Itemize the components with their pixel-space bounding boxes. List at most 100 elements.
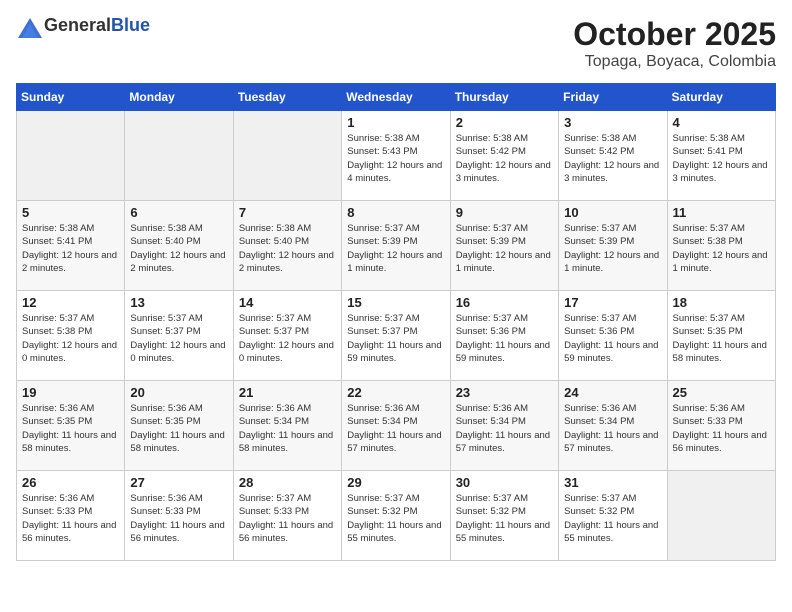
day-info: Sunrise: 5:38 AMSunset: 5:41 PMDaylight:…: [22, 223, 117, 274]
day-info: Sunrise: 5:38 AMSunset: 5:43 PMDaylight:…: [347, 133, 442, 184]
weekday-header-tuesday: Tuesday: [233, 84, 341, 111]
calendar-cell: [233, 111, 341, 201]
calendar-week-2: 5 Sunrise: 5:38 AMSunset: 5:41 PMDayligh…: [17, 201, 776, 291]
weekday-header-friday: Friday: [559, 84, 667, 111]
day-info: Sunrise: 5:38 AMSunset: 5:40 PMDaylight:…: [130, 223, 225, 274]
day-number: 30: [456, 475, 553, 490]
calendar-cell: 27 Sunrise: 5:36 AMSunset: 5:33 PMDaylig…: [125, 471, 233, 561]
calendar-cell: 23 Sunrise: 5:36 AMSunset: 5:34 PMDaylig…: [450, 381, 558, 471]
day-number: 13: [130, 295, 227, 310]
calendar-cell: 24 Sunrise: 5:36 AMSunset: 5:34 PMDaylig…: [559, 381, 667, 471]
calendar-cell: 30 Sunrise: 5:37 AMSunset: 5:32 PMDaylig…: [450, 471, 558, 561]
day-info: Sunrise: 5:37 AMSunset: 5:37 PMDaylight:…: [239, 313, 334, 364]
weekday-header-monday: Monday: [125, 84, 233, 111]
calendar-cell: 22 Sunrise: 5:36 AMSunset: 5:34 PMDaylig…: [342, 381, 450, 471]
day-number: 12: [22, 295, 119, 310]
day-number: 9: [456, 205, 553, 220]
logo-general: General: [44, 15, 111, 35]
day-info: Sunrise: 5:36 AMSunset: 5:34 PMDaylight:…: [456, 403, 550, 454]
calendar-week-5: 26 Sunrise: 5:36 AMSunset: 5:33 PMDaylig…: [17, 471, 776, 561]
calendar-cell: 20 Sunrise: 5:36 AMSunset: 5:35 PMDaylig…: [125, 381, 233, 471]
day-info: Sunrise: 5:37 AMSunset: 5:32 PMDaylight:…: [347, 493, 441, 544]
calendar-cell: 18 Sunrise: 5:37 AMSunset: 5:35 PMDaylig…: [667, 291, 775, 381]
calendar-cell: 9 Sunrise: 5:37 AMSunset: 5:39 PMDayligh…: [450, 201, 558, 291]
logo-icon: [16, 16, 40, 36]
logo-blue: Blue: [111, 15, 150, 35]
calendar-cell: 5 Sunrise: 5:38 AMSunset: 5:41 PMDayligh…: [17, 201, 125, 291]
calendar-cell: 14 Sunrise: 5:37 AMSunset: 5:37 PMDaylig…: [233, 291, 341, 381]
calendar-cell: 21 Sunrise: 5:36 AMSunset: 5:34 PMDaylig…: [233, 381, 341, 471]
day-info: Sunrise: 5:37 AMSunset: 5:36 PMDaylight:…: [456, 313, 550, 364]
calendar-cell: 1 Sunrise: 5:38 AMSunset: 5:43 PMDayligh…: [342, 111, 450, 201]
day-info: Sunrise: 5:37 AMSunset: 5:39 PMDaylight:…: [456, 223, 551, 274]
calendar-cell: 26 Sunrise: 5:36 AMSunset: 5:33 PMDaylig…: [17, 471, 125, 561]
day-number: 31: [564, 475, 661, 490]
day-number: 20: [130, 385, 227, 400]
day-number: 22: [347, 385, 444, 400]
day-number: 8: [347, 205, 444, 220]
day-info: Sunrise: 5:37 AMSunset: 5:38 PMDaylight:…: [22, 313, 117, 364]
calendar-header: SundayMondayTuesdayWednesdayThursdayFrid…: [17, 84, 776, 111]
day-info: Sunrise: 5:36 AMSunset: 5:35 PMDaylight:…: [130, 403, 224, 454]
calendar-cell: 25 Sunrise: 5:36 AMSunset: 5:33 PMDaylig…: [667, 381, 775, 471]
calendar-week-3: 12 Sunrise: 5:37 AMSunset: 5:38 PMDaylig…: [17, 291, 776, 381]
day-number: 3: [564, 115, 661, 130]
day-info: Sunrise: 5:38 AMSunset: 5:42 PMDaylight:…: [456, 133, 551, 184]
logo-text: GeneralBlue: [44, 16, 150, 36]
day-number: 28: [239, 475, 336, 490]
day-number: 16: [456, 295, 553, 310]
day-number: 6: [130, 205, 227, 220]
weekday-row: SundayMondayTuesdayWednesdayThursdayFrid…: [17, 84, 776, 111]
day-info: Sunrise: 5:37 AMSunset: 5:36 PMDaylight:…: [564, 313, 658, 364]
day-number: 11: [673, 205, 770, 220]
day-info: Sunrise: 5:36 AMSunset: 5:34 PMDaylight:…: [239, 403, 333, 454]
day-info: Sunrise: 5:38 AMSunset: 5:40 PMDaylight:…: [239, 223, 334, 274]
day-info: Sunrise: 5:38 AMSunset: 5:41 PMDaylight:…: [673, 133, 768, 184]
calendar-cell: 2 Sunrise: 5:38 AMSunset: 5:42 PMDayligh…: [450, 111, 558, 201]
calendar-cell: 4 Sunrise: 5:38 AMSunset: 5:41 PMDayligh…: [667, 111, 775, 201]
calendar-cell: [667, 471, 775, 561]
day-number: 1: [347, 115, 444, 130]
day-number: 18: [673, 295, 770, 310]
day-info: Sunrise: 5:38 AMSunset: 5:42 PMDaylight:…: [564, 133, 659, 184]
day-info: Sunrise: 5:36 AMSunset: 5:34 PMDaylight:…: [564, 403, 658, 454]
calendar-cell: 28 Sunrise: 5:37 AMSunset: 5:33 PMDaylig…: [233, 471, 341, 561]
day-info: Sunrise: 5:36 AMSunset: 5:33 PMDaylight:…: [22, 493, 116, 544]
day-info: Sunrise: 5:37 AMSunset: 5:39 PMDaylight:…: [347, 223, 442, 274]
calendar-cell: [125, 111, 233, 201]
day-info: Sunrise: 5:37 AMSunset: 5:38 PMDaylight:…: [673, 223, 768, 274]
day-info: Sunrise: 5:37 AMSunset: 5:35 PMDaylight:…: [673, 313, 767, 364]
day-number: 2: [456, 115, 553, 130]
calendar-cell: 3 Sunrise: 5:38 AMSunset: 5:42 PMDayligh…: [559, 111, 667, 201]
calendar-cell: 7 Sunrise: 5:38 AMSunset: 5:40 PMDayligh…: [233, 201, 341, 291]
day-info: Sunrise: 5:36 AMSunset: 5:33 PMDaylight:…: [673, 403, 767, 454]
weekday-header-wednesday: Wednesday: [342, 84, 450, 111]
weekday-header-sunday: Sunday: [17, 84, 125, 111]
calendar-cell: 31 Sunrise: 5:37 AMSunset: 5:32 PMDaylig…: [559, 471, 667, 561]
calendar-cell: 12 Sunrise: 5:37 AMSunset: 5:38 PMDaylig…: [17, 291, 125, 381]
day-number: 14: [239, 295, 336, 310]
day-info: Sunrise: 5:37 AMSunset: 5:37 PMDaylight:…: [130, 313, 225, 364]
day-number: 10: [564, 205, 661, 220]
calendar-week-1: 1 Sunrise: 5:38 AMSunset: 5:43 PMDayligh…: [17, 111, 776, 201]
calendar-cell: 8 Sunrise: 5:37 AMSunset: 5:39 PMDayligh…: [342, 201, 450, 291]
day-number: 29: [347, 475, 444, 490]
day-number: 15: [347, 295, 444, 310]
day-number: 23: [456, 385, 553, 400]
day-info: Sunrise: 5:37 AMSunset: 5:33 PMDaylight:…: [239, 493, 333, 544]
calendar-week-4: 19 Sunrise: 5:36 AMSunset: 5:35 PMDaylig…: [17, 381, 776, 471]
calendar-cell: [17, 111, 125, 201]
day-number: 17: [564, 295, 661, 310]
weekday-header-thursday: Thursday: [450, 84, 558, 111]
day-number: 27: [130, 475, 227, 490]
day-info: Sunrise: 5:36 AMSunset: 5:34 PMDaylight:…: [347, 403, 441, 454]
day-number: 25: [673, 385, 770, 400]
day-number: 4: [673, 115, 770, 130]
calendar-body: 1 Sunrise: 5:38 AMSunset: 5:43 PMDayligh…: [17, 111, 776, 561]
page-header: GeneralBlue October 2025 Topaga, Boyaca,…: [16, 16, 776, 71]
day-info: Sunrise: 5:37 AMSunset: 5:37 PMDaylight:…: [347, 313, 441, 364]
day-info: Sunrise: 5:37 AMSunset: 5:39 PMDaylight:…: [564, 223, 659, 274]
day-number: 7: [239, 205, 336, 220]
calendar-cell: 13 Sunrise: 5:37 AMSunset: 5:37 PMDaylig…: [125, 291, 233, 381]
calendar-cell: 16 Sunrise: 5:37 AMSunset: 5:36 PMDaylig…: [450, 291, 558, 381]
